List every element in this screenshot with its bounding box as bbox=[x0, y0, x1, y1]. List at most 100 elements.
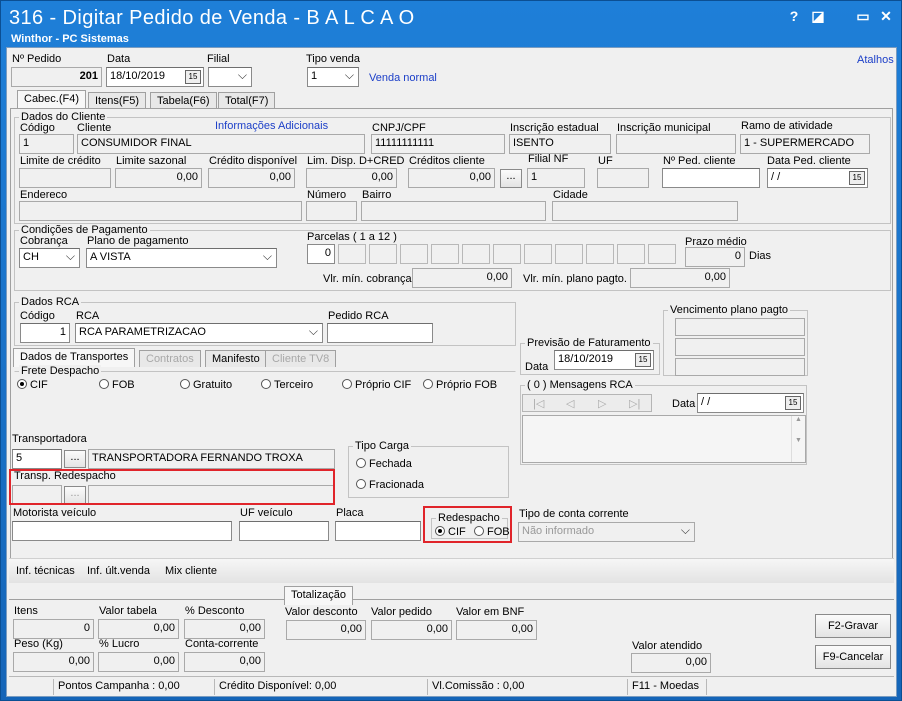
calendar-icon[interactable]: 15 bbox=[849, 171, 865, 185]
vlcob-field: 0,00 bbox=[412, 268, 512, 288]
rca-label: RCA bbox=[76, 310, 100, 322]
tab-cabec[interactable]: Cabec.(F4) bbox=[17, 90, 87, 109]
cnpj-label: CNPJ/CPF bbox=[372, 122, 426, 134]
calendar-icon[interactable]: 15 bbox=[185, 70, 201, 84]
cc-field: 0,00 bbox=[184, 652, 265, 672]
uf-veiculo-field[interactable] bbox=[239, 521, 329, 541]
dataped-field[interactable]: / /15 bbox=[767, 168, 868, 188]
cnpj-field: 11111111111 bbox=[371, 134, 505, 154]
uf-label: UF bbox=[598, 155, 613, 167]
motorista-field[interactable] bbox=[12, 521, 232, 541]
pedcli-field[interactable] bbox=[662, 168, 760, 188]
data-field[interactable]: 18/10/2019 15 bbox=[106, 67, 204, 87]
status-credito: Crédito Disponível: 0,00 bbox=[214, 679, 340, 695]
next-icon[interactable]: ▷ bbox=[598, 397, 606, 410]
msg-text-area[interactable]: ▲ ▼ bbox=[522, 415, 806, 463]
frete-cif-radio[interactable]: CIF bbox=[17, 379, 48, 391]
peso-label: Peso (Kg) bbox=[14, 638, 63, 650]
filial-select[interactable] bbox=[208, 67, 252, 87]
tab-total[interactable]: Total(F7) bbox=[218, 92, 276, 109]
transportadora-codigo[interactable]: 5 bbox=[12, 449, 62, 469]
plano-select[interactable]: A VISTA bbox=[86, 248, 277, 268]
last-icon[interactable]: ▷| bbox=[629, 397, 640, 410]
frete-group-title: Frete Despacho bbox=[19, 365, 102, 377]
frete-proprio-fob-radio[interactable]: Próprio FOB bbox=[423, 379, 497, 391]
ie-field: ISENTO bbox=[509, 134, 611, 154]
tab-totalizacao[interactable]: Totalização bbox=[284, 586, 354, 605]
scrollbar[interactable]: ▲ ▼ bbox=[791, 416, 805, 462]
rca-select[interactable]: RCA PARAMETRIZACAO bbox=[75, 323, 323, 343]
pedido-rca-label: Pedido RCA bbox=[328, 310, 389, 322]
inf-ult-venda-link[interactable]: Inf. últ.venda bbox=[87, 565, 150, 577]
cc-label: Conta-corrente bbox=[185, 638, 259, 650]
links-bar: Inf. técnicas Inf. últ.venda Mix cliente bbox=[9, 558, 894, 583]
atalhos-link[interactable]: Atalhos bbox=[857, 54, 894, 66]
parcela-cell[interactable]: 0 bbox=[307, 244, 335, 264]
vlplano-label: Vlr. mín. plano pagto. bbox=[523, 273, 627, 285]
peso-field: 0,00 bbox=[13, 652, 94, 672]
prev-icon[interactable]: ◁ bbox=[566, 397, 574, 410]
info-adicionais-link[interactable]: Informações Adicionais bbox=[215, 120, 328, 132]
msg-data-field[interactable]: / /15 bbox=[697, 393, 804, 413]
numero-label: Número bbox=[307, 189, 347, 201]
filial-label: Filial bbox=[207, 53, 230, 65]
vlplano-field: 0,00 bbox=[630, 268, 730, 288]
tab-tabela[interactable]: Tabela(F6) bbox=[150, 92, 217, 109]
first-icon[interactable]: |◁ bbox=[533, 397, 544, 410]
pedido-rca-field[interactable] bbox=[327, 323, 433, 343]
restore-icon[interactable]: ◪ bbox=[809, 7, 827, 25]
vencimento-group-title: Vencimento plano pagto bbox=[668, 304, 791, 316]
vtab-label: Valor tabela bbox=[99, 605, 157, 617]
frete-fob-radio[interactable]: FOB bbox=[99, 379, 135, 391]
inf-tecnicas-link[interactable]: Inf. técnicas bbox=[16, 565, 75, 577]
vencimento-field bbox=[675, 358, 805, 376]
endereco-field bbox=[19, 201, 302, 221]
bairro-field bbox=[361, 201, 546, 221]
carga-fechada-radio[interactable]: Fechada bbox=[356, 458, 412, 470]
vdesc-label: Valor desconto bbox=[285, 606, 358, 618]
tab-contratos: Contratos bbox=[139, 350, 201, 367]
previsao-data-field[interactable]: 18/10/2019 15 bbox=[554, 350, 654, 370]
parcela-cell bbox=[369, 244, 397, 264]
close-icon[interactable]: ✕ bbox=[877, 7, 895, 25]
frete-gratuito-radio[interactable]: Gratuito bbox=[180, 379, 232, 391]
codigo-label: Código bbox=[20, 122, 55, 134]
frete-proprio-cif-radio[interactable]: Próprio CIF bbox=[342, 379, 411, 391]
rca-codigo-field[interactable]: 1 bbox=[20, 323, 70, 343]
uf-field bbox=[597, 168, 649, 188]
gravar-button[interactable]: F2-Gravar bbox=[815, 614, 891, 638]
calendar-icon[interactable]: 15 bbox=[785, 396, 801, 410]
disp-label: Crédito disponível bbox=[209, 155, 298, 167]
calendar-icon[interactable]: 15 bbox=[635, 353, 651, 367]
vencimento-field bbox=[675, 338, 805, 356]
vbnf-label: Valor em BNF bbox=[456, 606, 525, 618]
lucro-label: % Lucro bbox=[99, 638, 140, 650]
tipo-venda-desc: Venda normal bbox=[369, 72, 437, 84]
endereco-label: Endereco bbox=[20, 189, 68, 201]
help-icon[interactable]: ? bbox=[785, 7, 803, 25]
parcela-cell bbox=[617, 244, 645, 264]
parcela-cell bbox=[524, 244, 552, 264]
plano-label: Plano de pagamento bbox=[87, 235, 189, 247]
transportadora-nome: TRANSPORTADORA FERNANDO TROXA bbox=[88, 449, 335, 469]
tot-divider bbox=[9, 599, 894, 600]
cancelar-button[interactable]: F9-Cancelar bbox=[815, 645, 891, 669]
tab-itens[interactable]: Itens(F5) bbox=[88, 92, 147, 109]
lucro-field: 0,00 bbox=[98, 652, 179, 672]
limdisp-label: Lim. Disp. D+CRED bbox=[307, 155, 405, 167]
valor-atendido-field: 0,00 bbox=[631, 653, 711, 673]
minimize-icon[interactable]: ▭ bbox=[854, 7, 872, 25]
cobranca-label: Cobrança bbox=[20, 235, 68, 247]
mix-cliente-link[interactable]: Mix cliente bbox=[165, 565, 217, 577]
tab-manifesto[interactable]: Manifesto bbox=[205, 350, 267, 367]
transportadora-search-button[interactable]: ... bbox=[64, 450, 86, 468]
carga-fracionada-radio[interactable]: Fracionada bbox=[356, 479, 424, 491]
credcli-button[interactable]: ... bbox=[500, 169, 522, 188]
tipo-venda-select[interactable]: 1 bbox=[307, 67, 359, 87]
uf-veiculo-label: UF veículo bbox=[240, 507, 293, 519]
frete-terceiro-radio[interactable]: Terceiro bbox=[261, 379, 313, 391]
placa-field[interactable] bbox=[335, 521, 421, 541]
title-bar: 316 - Digitar Pedido de Venda - B A L C … bbox=[1, 1, 901, 47]
cobranca-select[interactable]: CH bbox=[19, 248, 80, 268]
prazo-field: 0 bbox=[685, 247, 745, 267]
